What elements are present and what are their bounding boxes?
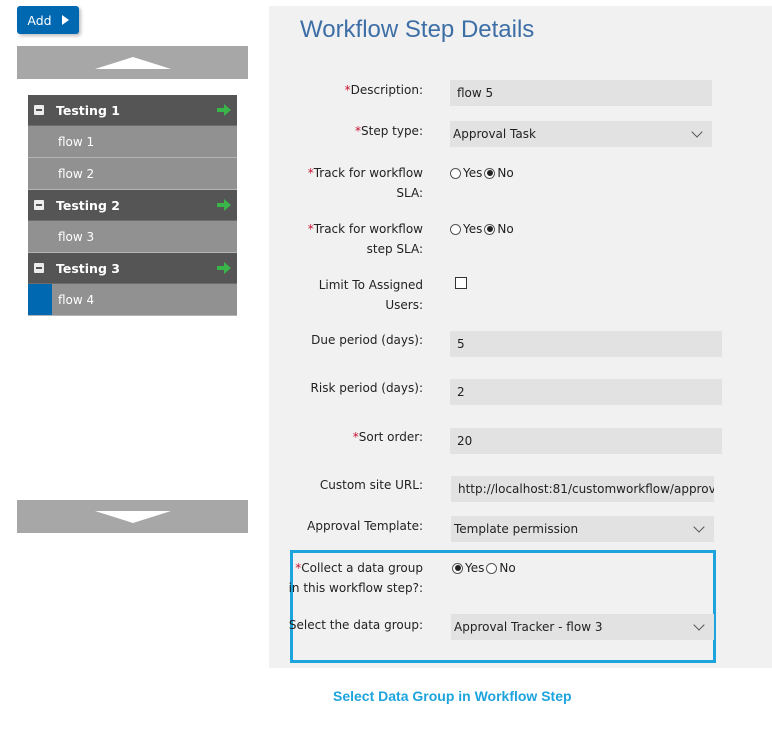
- due-period-label: Due period (days):: [311, 333, 423, 347]
- track-sla-no-radio[interactable]: [484, 167, 496, 179]
- arrow-up-icon: [94, 56, 171, 69]
- scroll-up-button[interactable]: [17, 46, 248, 79]
- step-type-label: *Step type:: [355, 124, 423, 138]
- limit-assigned-checkbox[interactable]: [455, 277, 467, 289]
- description-label: *Description:: [344, 83, 423, 97]
- collapse-icon[interactable]: [34, 105, 44, 115]
- tree-group-label: Testing 2: [56, 197, 120, 213]
- track-step-sla-no-radio[interactable]: [484, 223, 496, 235]
- page-title: Workflow Step Details: [300, 16, 535, 43]
- data-group-label: Select the data group:: [288, 618, 423, 632]
- collect-data-group-radios: Yes No: [452, 561, 518, 575]
- step-type-value: Approval Task: [453, 127, 536, 141]
- add-button-label: Add: [27, 12, 52, 28]
- figure-caption: Select Data Group in Workflow Step: [333, 688, 572, 704]
- arrow-right-icon[interactable]: [216, 103, 232, 117]
- data-group-value: Approval Tracker - flow 3: [454, 620, 603, 634]
- due-period-input[interactable]: 5: [450, 331, 722, 357]
- chevron-down-icon: [693, 521, 705, 533]
- track-sla-label: *Track for workflow SLA:: [307, 166, 423, 200]
- collect-data-group-no-radio[interactable]: [486, 562, 498, 574]
- description-input[interactable]: flow 5: [450, 80, 712, 106]
- tree-group-label: Testing 1: [56, 102, 120, 118]
- chevron-down-icon: [693, 619, 705, 631]
- approval-template-select[interactable]: Template permission: [451, 516, 714, 542]
- tree-item-label: flow 2: [58, 166, 95, 181]
- play-icon: [61, 15, 69, 25]
- collapse-icon[interactable]: [34, 200, 44, 210]
- step-type-select[interactable]: Approval Task: [450, 121, 712, 147]
- track-step-sla-yes-radio[interactable]: [450, 223, 461, 235]
- collapse-icon[interactable]: [34, 263, 44, 273]
- custom-url-input[interactable]: http://localhost:81/customworkflow/appro…: [451, 476, 714, 502]
- arrow-right-icon[interactable]: [216, 261, 232, 275]
- risk-period-input[interactable]: 2: [450, 379, 722, 405]
- tree-item-label: flow 4: [58, 292, 95, 307]
- approval-template-label: Approval Template:: [307, 519, 423, 533]
- track-step-sla-label: *Track for workflow step SLA:: [307, 222, 423, 256]
- risk-period-label: Risk period (days):: [310, 381, 423, 395]
- track-sla-yes-radio[interactable]: [450, 167, 461, 179]
- chevron-down-icon: [691, 126, 703, 138]
- tree-group-label: Testing 3: [56, 260, 120, 276]
- data-group-select[interactable]: Approval Tracker - flow 3: [451, 614, 714, 640]
- track-step-sla-radios: Yes No: [450, 222, 516, 236]
- limit-assigned-label: Limit To Assigned Users:: [318, 278, 423, 312]
- tree-item-label: flow 3: [58, 229, 95, 244]
- sort-order-label: *Sort order:: [352, 430, 423, 444]
- tree-item-label: flow 1: [58, 134, 95, 149]
- track-sla-radios: Yes No: [450, 166, 516, 180]
- approval-template-value: Template permission: [454, 522, 579, 536]
- collect-data-group-label: *Collect a data group in this workflow st…: [288, 561, 423, 595]
- sort-order-input[interactable]: 20: [450, 428, 722, 454]
- custom-url-label: Custom site URL:: [319, 478, 423, 492]
- add-button[interactable]: Add: [17, 6, 79, 34]
- collect-data-group-yes-radio[interactable]: [452, 562, 463, 574]
- arrow-down-icon: [94, 510, 171, 523]
